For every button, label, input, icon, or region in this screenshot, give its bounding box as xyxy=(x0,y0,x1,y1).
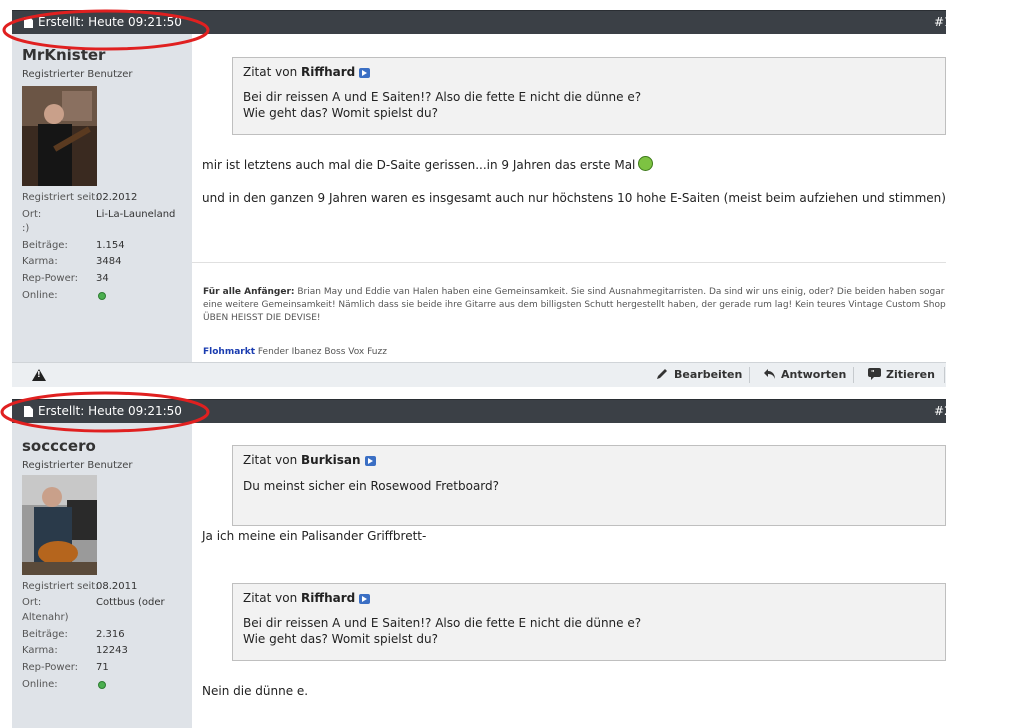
edit-button[interactable]: Bearbeiten xyxy=(656,368,742,381)
online-label: Online: xyxy=(22,679,58,690)
message-text: und in den ganzen 9 Jahren waren es insg… xyxy=(202,191,946,205)
post-header: Erstellt: Heute 09:21:50 #2 xyxy=(12,399,946,423)
rep-power-value: 71 xyxy=(96,662,109,673)
quote-text: Bei dir reissen A und E Saiten!? Also di… xyxy=(243,90,642,104)
view-post-icon[interactable] xyxy=(364,455,376,466)
quote-label: Zitieren xyxy=(886,368,935,381)
online-label: Online: xyxy=(22,290,58,301)
quote-author[interactable]: Riffhard xyxy=(301,65,355,79)
quote-author[interactable]: Burkisan xyxy=(301,453,360,467)
signature-tags[interactable]: Fender Ibanez Boss Vox Fuzz xyxy=(255,347,387,357)
location-value: Li-La-Launeland xyxy=(96,209,176,220)
quote-box: Zitat von Riffhard Bei dir reissen A und… xyxy=(232,57,946,135)
quote-text: Du meinst sicher ein Rosewood Fretboard? xyxy=(243,479,500,493)
reply-label: Antworten xyxy=(781,368,847,381)
divider xyxy=(853,367,854,383)
view-post-icon[interactable] xyxy=(359,593,371,604)
quote-text: Wie geht das? Womit spielst du? xyxy=(243,632,438,646)
divider xyxy=(749,367,750,383)
signature: Für alle Anfänger: Brian May und Eddie v… xyxy=(192,262,948,360)
online-status-icon xyxy=(98,292,106,300)
location-label: Ort: xyxy=(22,209,42,220)
username[interactable]: socccero xyxy=(22,437,96,455)
flohmarkt-link[interactable]: Flohmarkt xyxy=(203,347,255,357)
post-date: Erstellt: Heute 09:21:50 xyxy=(38,15,182,29)
post-content: Zitat von Burkisan Du meinst sicher ein … xyxy=(192,423,946,728)
location-value-cont: Altenahr) xyxy=(22,612,69,623)
quote-button[interactable]: " Zitieren xyxy=(868,368,935,381)
karma-label: Karma: xyxy=(22,645,58,656)
post-2: Erstellt: Heute 09:21:50 #2 socccero Reg… xyxy=(12,399,946,728)
rep-power-label: Rep-Power: xyxy=(22,662,79,673)
signature-bold: Für alle Anfänger: xyxy=(203,287,295,297)
user-title: Registrierter Benutzer xyxy=(22,460,133,471)
location-value: Cottbus (oder xyxy=(96,597,165,608)
post-footer: Bearbeiten Antworten " Zitieren xyxy=(12,362,946,387)
registered-label: Registriert seit: xyxy=(22,581,99,592)
quote-header: Zitat von Riffhard xyxy=(243,591,371,605)
view-post-icon[interactable] xyxy=(359,67,371,78)
post-number[interactable]: #2 xyxy=(934,404,946,418)
document-icon xyxy=(24,406,33,417)
quote-prefix: Zitat von xyxy=(243,591,298,605)
karma-label: Karma: xyxy=(22,256,58,267)
post-content: Zitat von Riffhard Bei dir reissen A und… xyxy=(192,34,946,262)
reply-icon xyxy=(764,369,775,379)
signature-text: Für alle Anfänger: Brian May und Eddie v… xyxy=(203,286,948,325)
signature-line: ÜBEN HEISST DIE DEVISE! xyxy=(203,313,321,323)
username[interactable]: MrKnister xyxy=(22,46,105,64)
quote-icon: " xyxy=(868,368,881,380)
quote-author[interactable]: Riffhard xyxy=(301,591,355,605)
pencil-icon xyxy=(657,369,667,379)
quote-box: Zitat von Burkisan Du meinst sicher ein … xyxy=(232,445,946,526)
posts-label: Beiträge: xyxy=(22,240,68,251)
smiley-icon xyxy=(638,156,654,171)
avatar[interactable] xyxy=(22,86,97,186)
post-date: Erstellt: Heute 09:21:50 xyxy=(38,404,182,418)
message-text: mir ist letztens auch mal die D-Saite ge… xyxy=(202,156,654,172)
rep-power-value: 34 xyxy=(96,273,109,284)
svg-text:": " xyxy=(871,369,875,377)
quote-header: Zitat von Riffhard xyxy=(243,65,371,79)
quote-box: Zitat von Riffhard Bei dir reissen A und… xyxy=(232,583,946,661)
registered-value: 02.2012 xyxy=(96,192,138,203)
post-header: Erstellt: Heute 09:21:50 #1 xyxy=(12,10,946,34)
message-text: Ja ich meine ein Palisander Griffbrett- xyxy=(202,529,427,543)
message-text: Nein die dünne e. xyxy=(202,684,309,698)
report-warning-icon[interactable] xyxy=(32,369,46,381)
user-sidebar: MrKnister Registrierter Benutzer Registr… xyxy=(12,34,192,371)
quote-header: Zitat von Burkisan xyxy=(243,453,376,467)
document-icon xyxy=(24,17,33,28)
karma-value: 3484 xyxy=(96,256,122,267)
posts-label: Beiträge: xyxy=(22,629,68,640)
user-title: Registrierter Benutzer xyxy=(22,69,133,80)
quote-text: Bei dir reissen A und E Saiten!? Also di… xyxy=(243,616,642,630)
avatar[interactable] xyxy=(22,475,97,575)
user-sidebar: socccero Registrierter Benutzer Registri… xyxy=(12,423,192,728)
posts-count: 1.154 xyxy=(96,240,125,251)
online-status-icon xyxy=(98,681,106,689)
reply-button[interactable]: Antworten xyxy=(763,368,846,381)
registered-label: Registriert seit: xyxy=(22,192,99,203)
karma-value: 12243 xyxy=(96,645,128,656)
post-1: Erstellt: Heute 09:21:50 #1 MrKnister Re… xyxy=(12,10,948,387)
signature-line: eine weitere Gemeinsamkeit! Nämlich dass… xyxy=(203,300,948,310)
posts-count: 2.316 xyxy=(96,629,125,640)
quote-prefix: Zitat von xyxy=(243,453,298,467)
quote-text: Wie geht das? Womit spielst du? xyxy=(243,106,438,120)
edit-label: Bearbeiten xyxy=(674,368,743,381)
message-line: mir ist letztens auch mal die D-Saite ge… xyxy=(202,158,636,172)
signature-links: Flohmarkt Fender Ibanez Boss Vox Fuzz xyxy=(203,347,387,357)
divider xyxy=(944,367,945,383)
location-value-cont: :) xyxy=(22,223,30,234)
signature-line: Brian May und Eddie van Halen haben eine… xyxy=(294,287,948,297)
rep-power-label: Rep-Power: xyxy=(22,273,79,284)
post-number[interactable]: #1 xyxy=(934,15,946,29)
registered-value: 08.2011 xyxy=(96,581,138,592)
location-label: Ort: xyxy=(22,597,42,608)
quote-prefix: Zitat von xyxy=(243,65,298,79)
